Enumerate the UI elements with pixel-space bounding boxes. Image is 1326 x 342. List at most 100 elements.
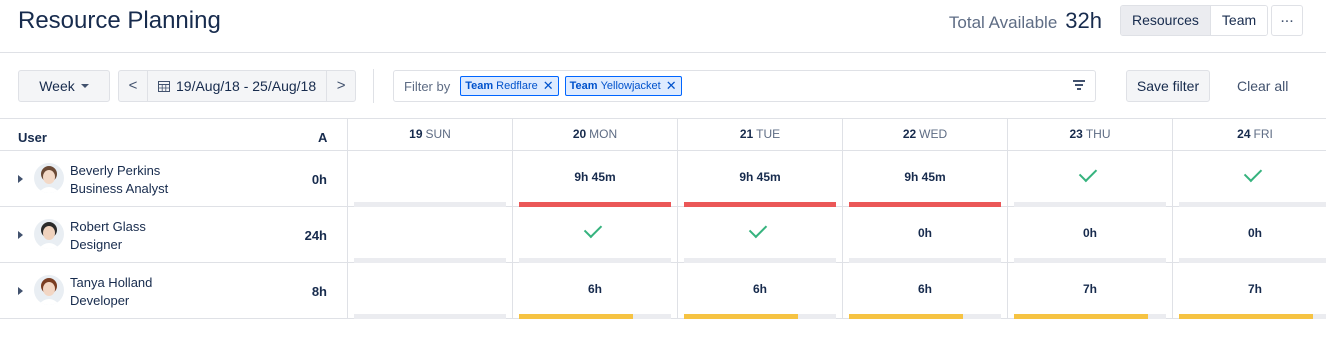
schedule-cell[interactable] xyxy=(1172,151,1326,207)
day-header-thu: 23 THU xyxy=(1007,119,1172,151)
schedule-cell[interactable]: 0h xyxy=(1172,207,1326,263)
table-row: Tanya Holland Developer 8h 6h 6h 6h 7h 7h xyxy=(0,263,1326,319)
week-dropdown[interactable]: Week xyxy=(18,70,110,102)
avatar xyxy=(34,163,64,193)
view-toggle: Resources Team xyxy=(1120,5,1269,36)
available-column-header[interactable]: A xyxy=(318,130,327,145)
calendar-icon xyxy=(158,81,170,92)
cell-hours: 7h xyxy=(1082,282,1097,296)
schedule-cell[interactable] xyxy=(1007,151,1172,207)
day-header-mon: 20 MON xyxy=(512,119,677,151)
chevron-right-icon[interactable] xyxy=(18,287,23,295)
allocation-bar-fill xyxy=(849,314,963,319)
allocation-bar xyxy=(684,314,836,319)
user-available-hours: 8h xyxy=(311,284,327,299)
next-week-button[interactable]: > xyxy=(327,71,355,101)
day-header-sun: 19 SUN xyxy=(347,119,512,151)
day-name: WED xyxy=(919,127,948,141)
date-range-picker[interactable]: 19/Aug/18 - 25/Aug/18 xyxy=(147,71,328,101)
schedule-cell[interactable]: 9h 45m xyxy=(842,151,1007,207)
schedule-cell[interactable]: 9h 45m xyxy=(677,151,842,207)
user-name[interactable]: Beverly Perkins xyxy=(70,163,160,178)
user-role: Business Analyst xyxy=(70,181,169,196)
date-range-text: 19/Aug/18 - 25/Aug/18 xyxy=(176,78,317,94)
avatar xyxy=(34,275,64,305)
chip-value: Yellowjacket xyxy=(600,80,661,92)
day-number: 24 xyxy=(1237,127,1251,141)
check-icon xyxy=(1078,163,1098,183)
grid-header: User A 19 SUN 20 MON 21 TUE 22 WED 23 THU 24 FRI xyxy=(0,119,1326,151)
toolbar: Week < 19/Aug/18 - 25/Aug/18 > Filter by… xyxy=(0,53,1326,119)
chip-prefix: Team xyxy=(465,80,494,92)
allocation-bar xyxy=(519,314,671,319)
cell-hours: 9h 45m xyxy=(904,170,946,184)
page-title: Resource Planning xyxy=(18,7,221,34)
schedule-cell[interactable] xyxy=(677,207,842,263)
day-number: 23 xyxy=(1069,127,1083,141)
cell-hours: 0h xyxy=(1082,226,1097,240)
user-column-header[interactable]: User xyxy=(18,130,47,145)
check-icon xyxy=(1243,163,1263,183)
toolbar-divider xyxy=(373,69,374,103)
cell-hours: 7h xyxy=(1247,282,1262,296)
filter-chip-yellowjacket[interactable]: Team Yellowjacket ✕ xyxy=(564,76,682,96)
schedule-cell[interactable]: 6h xyxy=(677,263,842,319)
schedule-cell[interactable]: 6h xyxy=(512,263,677,319)
schedule-cell[interactable] xyxy=(347,151,512,207)
chevron-right-icon[interactable] xyxy=(18,175,23,183)
close-icon[interactable]: ✕ xyxy=(543,78,554,94)
schedule-cell[interactable]: 6h xyxy=(842,263,1007,319)
user-name[interactable]: Tanya Holland xyxy=(70,275,152,290)
schedule-cell[interactable]: 0h xyxy=(842,207,1007,263)
allocation-bar xyxy=(354,314,506,319)
allocation-bar xyxy=(1179,314,1326,319)
filter-label: Filter by xyxy=(404,78,451,94)
chevron-down-icon xyxy=(80,84,89,88)
view-resources-button[interactable]: Resources xyxy=(1121,6,1211,35)
table-row: Robert Glass Designer 24h 0h 0h 0h xyxy=(0,207,1326,263)
clear-all-link[interactable]: Clear all xyxy=(1237,78,1288,94)
day-name: THU xyxy=(1085,127,1111,141)
filter-chip-redflare[interactable]: Team Redflare ✕ xyxy=(460,76,559,96)
date-navigator: < 19/Aug/18 - 25/Aug/18 > xyxy=(118,70,357,102)
schedule-cell[interactable] xyxy=(347,207,512,263)
user-available-hours: 0h xyxy=(311,172,327,187)
schedule-cell[interactable]: 0h xyxy=(1007,207,1172,263)
day-number: 19 xyxy=(409,127,423,141)
check-icon xyxy=(748,219,768,239)
more-options-button[interactable]: ... xyxy=(1271,5,1303,36)
day-name: FRI xyxy=(1253,127,1273,141)
check-icon xyxy=(583,219,603,239)
close-icon[interactable]: ✕ xyxy=(666,78,677,94)
cell-hours: 0h xyxy=(917,226,932,240)
table-row: Beverly Perkins Business Analyst 0h 9h 45m 9… xyxy=(0,151,1326,207)
allocation-bar xyxy=(1014,314,1166,319)
day-name: TUE xyxy=(756,127,781,141)
schedule-cell[interactable]: 7h xyxy=(1007,263,1172,319)
schedule-cell[interactable] xyxy=(512,207,677,263)
view-team-button[interactable]: Team xyxy=(1210,6,1268,35)
cell-hours: 9h 45m xyxy=(739,170,781,184)
schedule-cell[interactable]: 7h xyxy=(1172,263,1326,319)
page-header: Resource Planning Total Available 32h Re… xyxy=(0,0,1326,53)
filter-bar[interactable]: Filter by Team Redflare ✕ Team Yellowjac… xyxy=(393,70,1096,102)
total-available-label: Total Available xyxy=(948,13,1058,32)
allocation-bar xyxy=(849,314,1001,319)
cell-hours: 6h xyxy=(587,282,602,296)
schedule-cell[interactable] xyxy=(347,263,512,319)
day-header-tue: 21 TUE xyxy=(677,119,842,151)
filter-icon[interactable] xyxy=(1073,80,1085,92)
save-filter-button[interactable]: Save filter xyxy=(1126,70,1210,102)
prev-week-button[interactable]: < xyxy=(119,71,147,101)
user-name[interactable]: Robert Glass xyxy=(70,219,146,234)
allocation-bar-fill xyxy=(1179,314,1313,319)
chip-prefix: Team xyxy=(569,80,598,92)
cell-hours: 0h xyxy=(1247,226,1262,240)
day-name: SUN xyxy=(425,127,451,141)
cell-hours: 6h xyxy=(917,282,932,296)
day-number: 22 xyxy=(902,127,917,141)
avatar xyxy=(34,219,64,249)
chevron-right-icon[interactable] xyxy=(18,231,23,239)
schedule-cell[interactable]: 9h 45m xyxy=(512,151,677,207)
day-number: 21 xyxy=(739,127,754,141)
